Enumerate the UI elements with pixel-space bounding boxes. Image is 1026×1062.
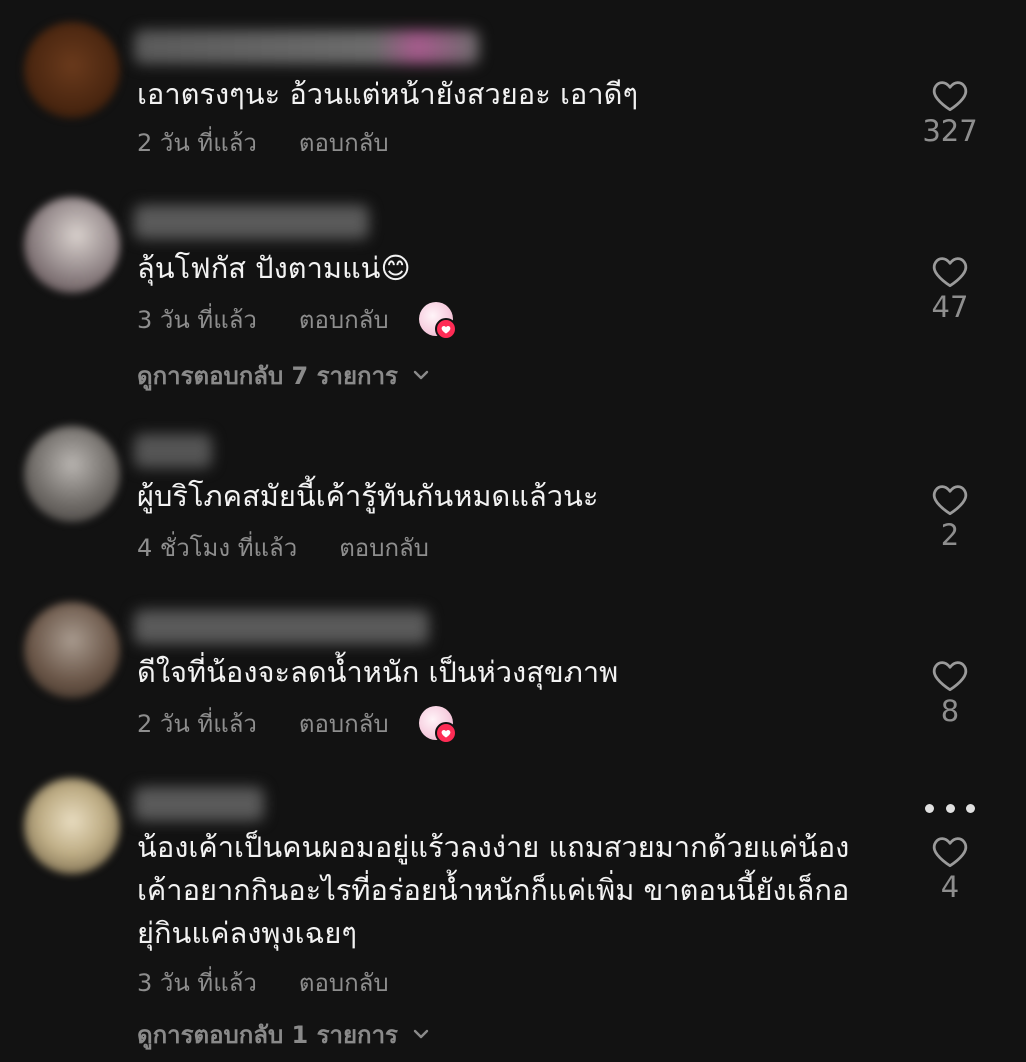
view-replies-button[interactable]: ดูการตอบกลับ 1 รายการ bbox=[137, 1014, 430, 1054]
heart-badge-icon bbox=[434, 318, 457, 340]
view-replies-button[interactable]: ดูการตอบกลับ 7 รายการ bbox=[137, 355, 430, 395]
heart-outline-icon bbox=[932, 81, 968, 112]
username-blurred[interactable] bbox=[134, 787, 264, 821]
like-button[interactable]: 8 bbox=[910, 658, 990, 728]
avatar[interactable] bbox=[24, 602, 120, 698]
creator-liked-avatar-icon bbox=[418, 302, 457, 340]
heart-outline-icon bbox=[932, 837, 968, 868]
username-blurred[interactable] bbox=[134, 30, 479, 64]
comment-text: เอาตรงๆนะ อ้วนแต่หน้ายังสวยอะ เอาดีๆ bbox=[137, 77, 639, 111]
heart-outline-icon bbox=[932, 661, 968, 692]
comment-text: น้องเค้าเป็นคนผอมอยู่แร้วลงง่าย แถมสวยมา… bbox=[137, 830, 850, 950]
heart-badge-icon bbox=[434, 722, 457, 744]
like-count: 2 bbox=[940, 518, 960, 552]
creator-liked-avatar-icon bbox=[418, 706, 457, 744]
comment-time: 2 วัน ที่แล้ว bbox=[137, 128, 257, 157]
comment-meta: 3 วัน ที่แล้ว ตอบกลับ bbox=[137, 299, 457, 340]
comment-time: 3 วัน ที่แล้ว bbox=[137, 305, 257, 334]
like-count: 47 bbox=[931, 290, 969, 324]
like-button[interactable]: 327 bbox=[910, 78, 990, 148]
username-blurred[interactable] bbox=[134, 434, 212, 468]
comment-meta: 2 วัน ที่แล้ว ตอบกลับ bbox=[137, 703, 457, 744]
comment-time: 3 วัน ที่แล้ว bbox=[137, 968, 257, 997]
comment-time: 4 ชั่วโมง ที่แล้ว bbox=[137, 533, 298, 562]
chevron-down-icon bbox=[412, 1028, 430, 1040]
comment-text: ลุ้นโฟกัส ปังตามแน่😊 bbox=[137, 251, 411, 285]
like-count: 8 bbox=[940, 694, 960, 728]
view-replies-label: ดูการตอบกลับ 7 รายการ bbox=[137, 361, 398, 390]
comment-meta: 2 วัน ที่แล้ว ตอบกลับ bbox=[137, 122, 419, 162]
comment-meta: 3 วัน ที่แล้ว ตอบกลับ bbox=[137, 962, 419, 1002]
like-button[interactable]: 47 bbox=[910, 254, 990, 324]
comment-text: ดีใจที่น้องจะลดน้ำหนัก เป็นห่วงสุขภาพ bbox=[137, 655, 619, 689]
reply-button[interactable]: ตอบกลับ bbox=[299, 704, 389, 743]
like-button[interactable]: 2 bbox=[910, 482, 990, 552]
avatar[interactable] bbox=[24, 197, 120, 293]
avatar[interactable] bbox=[24, 22, 120, 118]
more-dots-icon bbox=[966, 803, 975, 813]
heart-outline-icon bbox=[932, 485, 968, 516]
comment-text: ผู้บริโภคสมัยนี้เค้ารู้ทันกันหมดแล้วนะ bbox=[137, 479, 599, 513]
avatar[interactable] bbox=[24, 426, 120, 522]
more-options-button[interactable] bbox=[925, 798, 975, 818]
view-replies-label: ดูการตอบกลับ 1 รายการ bbox=[137, 1020, 398, 1049]
chevron-down-icon bbox=[412, 369, 430, 381]
heart-outline-icon bbox=[932, 257, 968, 288]
more-dots-icon bbox=[925, 803, 934, 813]
reply-button[interactable]: ตอบกลับ bbox=[299, 123, 389, 162]
comment-meta: 4 ชั่วโมง ที่แล้ว ตอบกลับ bbox=[137, 527, 459, 567]
reply-button[interactable]: ตอบกลับ bbox=[299, 963, 389, 1002]
comment-time: 2 วัน ที่แล้ว bbox=[137, 709, 257, 738]
username-blurred[interactable] bbox=[134, 205, 369, 239]
reply-button[interactable]: ตอบกลับ bbox=[339, 528, 429, 567]
reply-button[interactable]: ตอบกลับ bbox=[299, 300, 389, 339]
avatar[interactable] bbox=[24, 778, 120, 874]
like-button[interactable]: 4 bbox=[910, 834, 990, 904]
like-count: 4 bbox=[940, 870, 960, 904]
more-dots-icon bbox=[945, 803, 955, 813]
username-blurred[interactable] bbox=[134, 610, 429, 644]
like-count: 327 bbox=[922, 114, 978, 148]
